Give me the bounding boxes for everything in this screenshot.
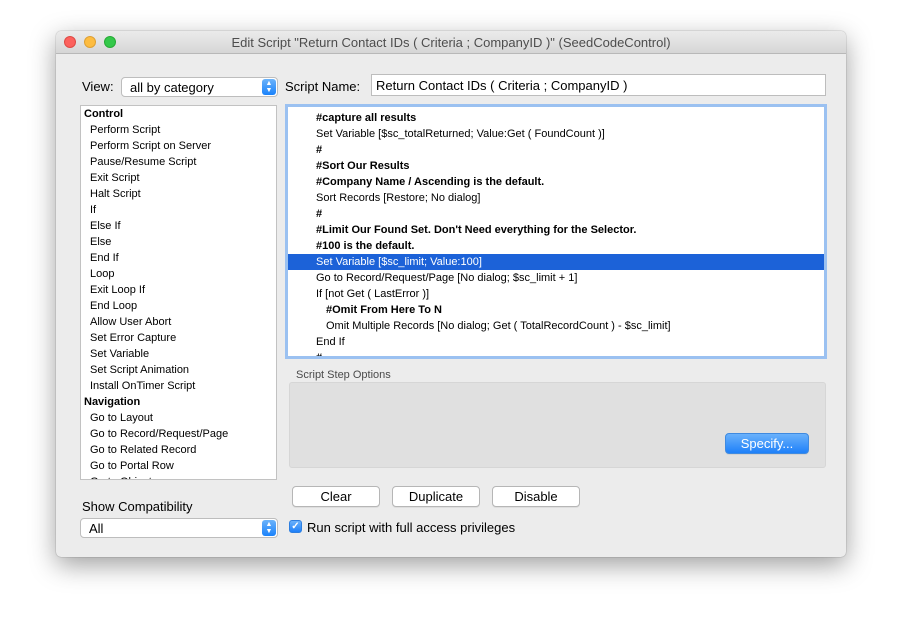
show-compatibility-label: Show Compatibility (82, 499, 193, 514)
script-comment-line[interactable]: #100 is the default. (288, 238, 824, 254)
compatibility-popup[interactable]: All ▲ ▼ (80, 518, 278, 538)
step-list-item[interactable]: Go to Record/Request/Page (81, 426, 276, 442)
step-list-item[interactable]: Install OnTimer Script (81, 378, 276, 394)
step-category[interactable]: Control (81, 106, 276, 122)
step-list-item[interactable]: Go to Portal Row (81, 458, 276, 474)
script-editor[interactable]: #capture all results Set Variable [$sc_to… (285, 104, 827, 359)
step-list-item[interactable]: Go to Object (81, 474, 276, 479)
step-list-item[interactable]: Set Script Animation (81, 362, 276, 378)
specify-button[interactable]: Specify... (725, 433, 809, 454)
title-bar[interactable]: Edit Script "Return Contact IDs ( Criter… (56, 31, 846, 54)
step-category[interactable]: Navigation (81, 394, 276, 410)
clear-button[interactable]: Clear (292, 486, 380, 507)
script-comment-line[interactable]: #Limit Our Found Set. Don't Need everyth… (288, 222, 824, 238)
window-title: Edit Script "Return Contact IDs ( Criter… (231, 35, 671, 50)
view-popup[interactable]: all by category ▲ ▼ (121, 77, 278, 97)
script-steps-list[interactable]: Control Perform Script Perform Script on S… (80, 105, 277, 480)
step-list-item[interactable]: Else If (81, 218, 276, 234)
script-comment-line[interactable]: #capture all results (288, 110, 824, 126)
step-list-item[interactable]: Halt Script (81, 186, 276, 202)
popup-arrows-icon: ▲ ▼ (262, 520, 276, 536)
step-list-item[interactable]: Else (81, 234, 276, 250)
script-comment-line[interactable]: # (288, 206, 824, 222)
step-list-item[interactable]: Pause/Resume Script (81, 154, 276, 170)
script-step-line[interactable]: If [not Get ( LastError )] (288, 286, 824, 302)
step-list-item[interactable]: Perform Script on Server (81, 138, 276, 154)
edit-script-window: Edit Script "Return Contact IDs ( Criter… (56, 31, 846, 557)
view-popup-value: all by category (130, 80, 214, 95)
step-list-item[interactable]: Exit Loop If (81, 282, 276, 298)
step-list-item[interactable]: Loop (81, 266, 276, 282)
script-step-line[interactable]: Sort Records [Restore; No dialog] (288, 190, 824, 206)
script-step-line[interactable]: End If (288, 334, 824, 350)
full-access-checkbox[interactable]: ✓ (289, 520, 302, 533)
script-name-label: Script Name: (285, 79, 361, 94)
step-list-item[interactable]: End Loop (81, 298, 276, 314)
step-list-item[interactable]: Set Variable (81, 346, 276, 362)
script-name-field[interactable]: Return Contact IDs ( Criteria ; CompanyI… (371, 74, 826, 96)
step-list-item[interactable]: Perform Script (81, 122, 276, 138)
script-comment-line[interactable]: #Sort Our Results (288, 158, 824, 174)
popup-arrows-icon: ▲ ▼ (262, 79, 276, 95)
script-step-line[interactable]: Set Variable [$sc_totalReturned; Value:G… (288, 126, 824, 142)
compatibility-popup-value: All (89, 521, 104, 536)
step-list-item[interactable]: Go to Layout (81, 410, 276, 426)
step-list-item[interactable]: Go to Related Record (81, 442, 276, 458)
script-comment-line[interactable]: #Omit From Here To N (288, 302, 824, 318)
script-step-options-panel: Specify... (289, 382, 826, 468)
step-list-item[interactable]: Exit Script (81, 170, 276, 186)
view-label: View: (82, 79, 114, 94)
duplicate-button[interactable]: Duplicate (392, 486, 480, 507)
script-comment-line[interactable]: # (288, 142, 824, 158)
script-comment-line[interactable]: #Company Name / Ascending is the default… (288, 174, 824, 190)
script-comment-line[interactable]: # (288, 350, 824, 356)
script-name-value: Return Contact IDs ( Criteria ; CompanyI… (376, 78, 628, 93)
script-step-line[interactable]: Set Variable [$sc_limit; Value:100] (288, 254, 824, 270)
full-access-label: Run script with full access privileges (307, 520, 516, 535)
script-step-line[interactable]: Go to Record/Request/Page [No dialog; $s… (288, 270, 824, 286)
step-list-item[interactable]: Allow User Abort (81, 314, 276, 330)
step-list-item[interactable]: If (81, 202, 276, 218)
script-step-line[interactable]: Omit Multiple Records [No dialog; Get ( … (288, 318, 824, 334)
step-list-item[interactable]: Set Error Capture (81, 330, 276, 346)
step-list-item[interactable]: End If (81, 250, 276, 266)
disable-button[interactable]: Disable (492, 486, 580, 507)
script-step-options-label: Script Step Options (296, 369, 391, 381)
